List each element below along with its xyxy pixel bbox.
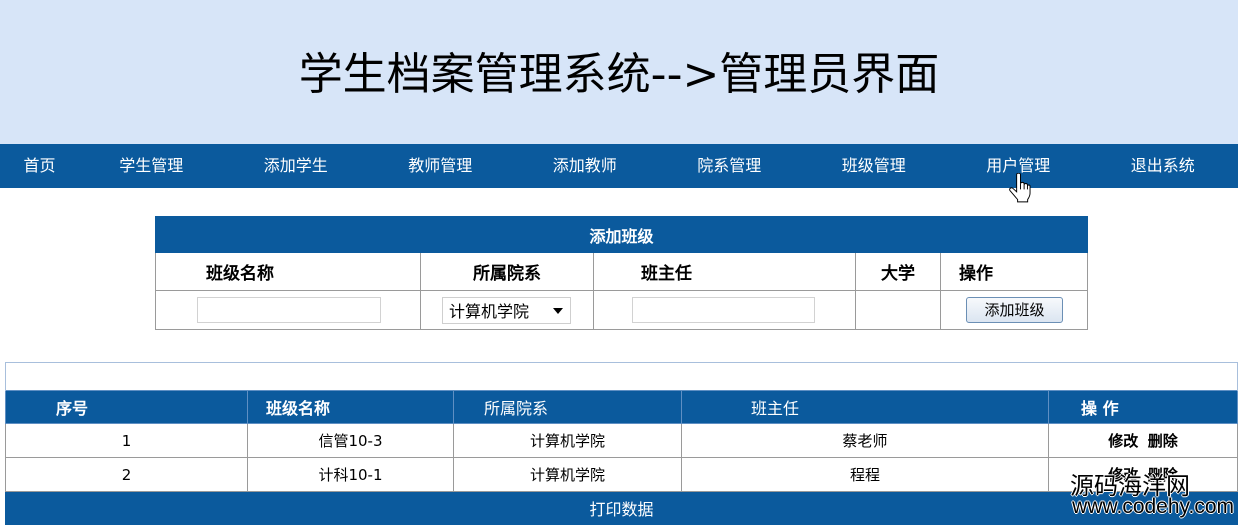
form-col-head-teacher: 班主任 (593, 252, 856, 291)
form-col-class-name: 班级名称 (155, 252, 421, 291)
watermark-line2: www.codehy.com (1072, 495, 1234, 518)
col-header-head-teacher: 班主任 (681, 390, 1049, 424)
head-teacher-cell (593, 290, 856, 330)
class-name-input[interactable] (197, 297, 381, 323)
university-cell (855, 290, 941, 330)
table-spacer-row (4, 362, 1238, 391)
main-nav: 首页 学生管理 添加学生 教师管理 添加教师 院系管理 班级管理 用户管理 退出… (0, 144, 1238, 188)
cell-head-teacher: 蔡老师 (681, 423, 1049, 458)
delete-link[interactable]: 删除 (1148, 432, 1178, 450)
edit-link[interactable]: 修改 (1108, 432, 1138, 450)
form-col-university: 大学 (855, 252, 941, 291)
cell-department: 计算机学院 (453, 457, 682, 492)
page-header: 学生档案管理系统-->管理员界面 (0, 0, 1238, 144)
action-cell: 添加班级 (939, 290, 1089, 330)
class-table: 序号 班级名称 所属院系 班主任 操 作 1 信管10-3 计算机学院 蔡老师 … (4, 362, 1238, 525)
nav-item-home[interactable]: 首页 (0, 144, 79, 188)
table-row: 1 信管10-3 计算机学院 蔡老师 修改 删除 (5, 423, 1238, 458)
col-header-index: 序号 (5, 390, 248, 424)
form-title-row: 添加班级 (154, 216, 1089, 253)
col-header-department: 所属院系 (453, 390, 682, 424)
cell-class-name: 信管10-3 (247, 423, 454, 458)
nav-item-logout[interactable]: 退出系统 (1091, 144, 1236, 188)
department-cell: 计算机学院 (420, 290, 594, 330)
table-footer-row: 打印数据 (4, 491, 1238, 525)
nav-item-class-management[interactable]: 班级管理 (802, 144, 947, 188)
table-header-row: 序号 班级名称 所属院系 班主任 操 作 (5, 390, 1238, 424)
add-class-form: 添加班级 班级名称 所属院系 班主任 大学 操作 计算机学院 添加班级 (154, 216, 1089, 330)
cell-class-name: 计科10-1 (247, 457, 454, 492)
table-spacer (4, 362, 1238, 391)
nav-item-student-management[interactable]: 学生管理 (79, 144, 224, 188)
table-row: 2 计科10-1 计算机学院 程程 修改 删除 (5, 457, 1238, 492)
form-col-action: 操作 (939, 252, 1089, 291)
department-select[interactable]: 计算机学院 (442, 296, 571, 324)
nav-item-add-student[interactable]: 添加学生 (224, 144, 369, 188)
form-col-department: 所属院系 (420, 252, 594, 291)
col-header-actions: 操 作 (1047, 390, 1238, 424)
class-name-cell (155, 290, 421, 330)
head-teacher-input[interactable] (632, 297, 815, 323)
col-header-class-name: 班级名称 (247, 390, 454, 424)
cell-head-teacher: 程程 (681, 457, 1049, 492)
dropdown-arrow-icon (553, 307, 563, 314)
cell-index: 2 (5, 457, 248, 492)
cell-actions: 修改 删除 (1047, 423, 1238, 458)
cell-department: 计算机学院 (453, 423, 682, 458)
cell-index: 1 (5, 423, 248, 458)
print-data-button[interactable]: 打印数据 (4, 491, 1238, 525)
hand-cursor-icon (1009, 173, 1031, 203)
nav-item-teacher-management[interactable]: 教师管理 (368, 144, 513, 188)
form-header-row: 班级名称 所属院系 班主任 大学 操作 (155, 252, 1089, 291)
page-title: 学生档案管理系统-->管理员界面 (298, 49, 940, 100)
form-title: 添加班级 (154, 216, 1089, 253)
nav-item-add-teacher[interactable]: 添加教师 (513, 144, 658, 188)
add-class-button[interactable]: 添加班级 (966, 297, 1063, 323)
nav-item-department-management[interactable]: 院系管理 (657, 144, 802, 188)
department-select-value: 计算机学院 (449, 302, 530, 321)
form-input-row: 计算机学院 添加班级 (155, 290, 1089, 330)
